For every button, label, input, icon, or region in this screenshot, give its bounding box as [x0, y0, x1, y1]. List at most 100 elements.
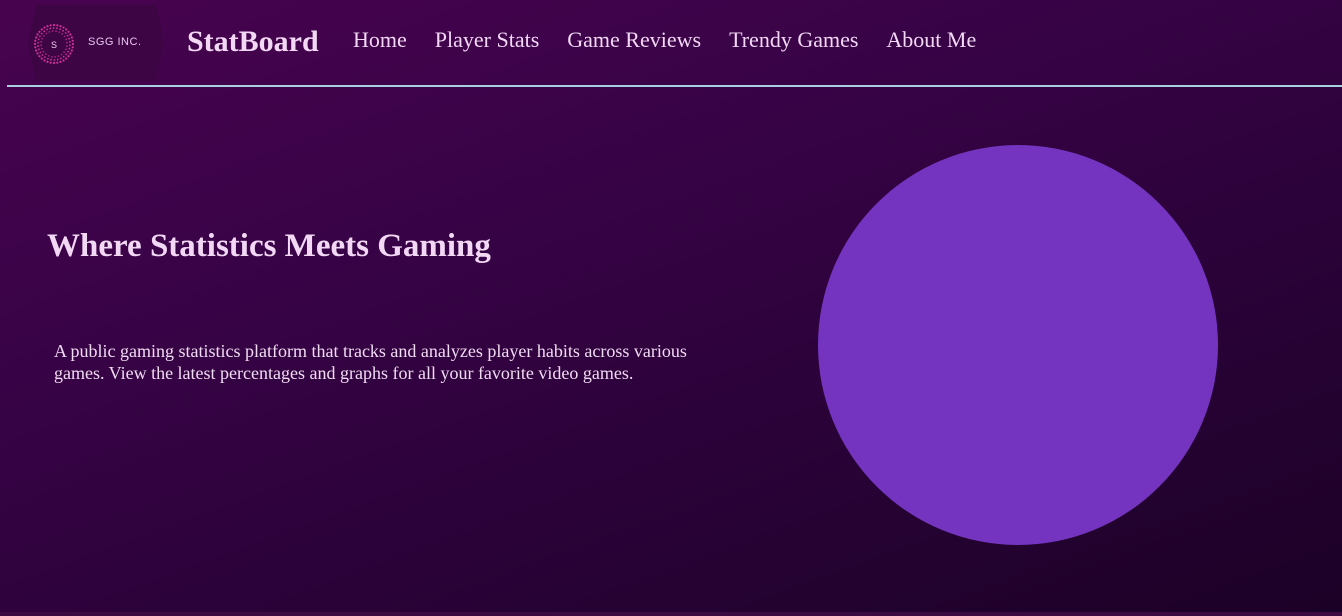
logo-ring-dot [59, 60, 62, 63]
logo-ring-dot [40, 57, 43, 60]
logo-ring-dot [51, 55, 53, 58]
logo-ring-dot [71, 42, 75, 46]
logo-ring-dot [71, 46, 74, 49]
logo-ring-dot [34, 46, 37, 49]
logo-ring-dot [36, 33, 39, 36]
logo-ring-dot [40, 44, 42, 47]
logo-ring-dot [58, 31, 61, 34]
logo-ring-dot [56, 24, 59, 27]
logo-ring-dot [55, 30, 57, 33]
logo-ring-dot [46, 28, 49, 31]
logo-ring-dot [71, 39, 74, 42]
hero-title: Where Statistics Meets Gaming [47, 228, 491, 264]
logo-ring-dot [52, 61, 56, 65]
logo-ring-dot [38, 48, 40, 51]
logo-ring-dot [62, 29, 64, 32]
logo-ring-dot [44, 53, 47, 55]
logo-ring-dot [39, 51, 42, 54]
logo-ring-dot [56, 27, 58, 30]
logo-ring-dot [47, 54, 50, 57]
logo-ring-dot [61, 33, 64, 35]
logo-ring-dot [63, 51, 65, 54]
logo-ring-dot [54, 56, 57, 58]
logo-ring-dot [70, 36, 73, 39]
logo-ring-dot [36, 52, 39, 55]
nav-trendy-games[interactable]: Trendy Games [729, 26, 858, 54]
nav-about-me[interactable]: About Me [886, 26, 976, 54]
logo-ring-dot [67, 50, 69, 53]
logo-ring-dot [40, 32, 43, 35]
logo-ring-dot [66, 41, 68, 44]
logo-ring-dot [46, 60, 49, 63]
logo-ring-dot [65, 57, 68, 60]
logo-ring-dot [65, 38, 68, 41]
header-divider [7, 85, 1342, 87]
nav-game-reviews[interactable]: Game Reviews [567, 26, 701, 54]
logo-ring-dot [68, 37, 70, 40]
logo-ring-dot [62, 59, 65, 62]
logo-ring-dot [65, 45, 68, 47]
logo-ring-dot [41, 37, 44, 40]
logo-ring-dot [42, 50, 45, 53]
logo-ring-dot [62, 26, 65, 29]
logo-ring-dot [68, 41, 71, 43]
nav-home[interactable]: Home [353, 26, 407, 54]
logo-ring-dot [59, 57, 62, 60]
logo-ring-dot [34, 39, 37, 42]
logo-mark-letter: S [51, 40, 57, 50]
bottom-edge [0, 612, 1342, 616]
logo-ring-dot [51, 30, 54, 32]
logo-ring-dot [44, 56, 46, 59]
logo-ring-dot [43, 30, 46, 33]
logo-ring-dot [40, 47, 43, 50]
logo-ring-dot [62, 55, 65, 58]
logo-ring-dot [60, 53, 63, 56]
logo-ring-dot [65, 53, 68, 56]
logo-ring-dot [69, 33, 72, 36]
logo-ring-dot [70, 49, 73, 52]
logo-ring-dot [37, 45, 40, 47]
logo-company-name: SGG INC. [88, 36, 142, 48]
logo-ring-dot [53, 59, 56, 61]
logo-ring-dot [49, 27, 52, 30]
logo-ring-dot [50, 58, 52, 61]
logo-ring-dot [64, 32, 67, 34]
nav-player-stats[interactable]: Player Stats [435, 26, 540, 54]
logo-ring-dot [40, 28, 43, 31]
logo-ring-dot [69, 52, 72, 55]
logo-ring-dot [35, 49, 38, 52]
logo-ring-dot [69, 44, 71, 47]
logo-ring-dot [38, 30, 41, 33]
logo-ring-dot [52, 23, 56, 27]
hero-circle-graphic [818, 145, 1218, 545]
logo-ring-dot [37, 41, 39, 44]
logo-ring-dot [41, 54, 44, 56]
logo-ring-dot [46, 57, 49, 60]
logo-ring-dot [49, 61, 52, 64]
site-title[interactable]: StatBoard [187, 24, 319, 60]
logo-ring-dot [43, 34, 45, 37]
logo-ring-dot [35, 36, 38, 39]
logo-ring-dot [52, 27, 55, 29]
logo-dotted-ring-icon: S [33, 23, 75, 65]
logo-ring-dot [65, 28, 68, 31]
logo-ring-dot [43, 26, 46, 29]
logo-ring-dot [48, 30, 51, 33]
logo-ring-dot [40, 41, 43, 43]
logo-ring-dot [33, 42, 37, 46]
logo-ring-dot [39, 35, 41, 38]
logo-ring-dot [57, 55, 60, 58]
site-header: S SGG INC. StatBoard Home Player Stats G… [0, 0, 1342, 86]
hero-description: A public gaming statistics platform that… [54, 341, 687, 383]
logo-ring-dot [59, 28, 62, 31]
logo-ring-dot [43, 59, 46, 62]
logo-ring-dot [37, 38, 40, 41]
logo-ring-dot [38, 55, 41, 58]
logo-ring-dot [64, 48, 67, 51]
company-logo[interactable]: S SGG INC. [28, 5, 164, 81]
logo-ring-dot [67, 55, 70, 58]
logo-ring-dot [63, 35, 66, 38]
logo-ring-dot [68, 47, 71, 50]
main-nav: Home Player Stats Game Reviews Trendy Ga… [353, 26, 976, 54]
logo-ring-dot [45, 32, 48, 35]
